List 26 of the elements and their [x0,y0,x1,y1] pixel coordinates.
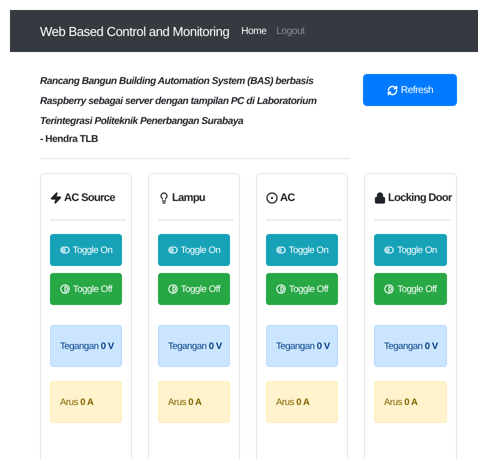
author-text: - Hendra TLB [40,133,99,147]
intro-title: Rancang Bangun Building Automation System (BAS) berbasis Raspberry sebagai server dengan tampilan PC di Laboratorium Terintegrasi Politeknik Penerbangan Surabaya [40,75,318,129]
card-title: AC Source [64,192,115,204]
current-reading: Arus 0 A [50,381,122,423]
toggle-on-button[interactable]: Toggle On [266,234,338,266]
current-reading: Arus 0 A [374,381,447,423]
toggle-off-button[interactable]: Toggle Off [374,273,447,305]
toggle-on-button[interactable]: Toggle On [50,234,122,266]
card-title: Locking Door [388,192,452,204]
voltage-reading: Tegangan 0 V [50,325,122,367]
brand-title: Web Based Control and Monitoring [40,24,230,38]
toggle-on-button[interactable]: Toggle On [158,234,230,266]
voltage-reading: Tegangan 0 V [374,325,447,367]
voltage-reading: Tegangan 0 V [158,325,230,367]
refresh-button[interactable]: Refresh [363,74,457,106]
current-reading: Arus 0 A [158,381,230,423]
toggle-off-button[interactable]: Toggle Off [266,273,338,305]
voltage-reading: Tegangan 0 V [266,325,338,367]
toggle-off-button[interactable]: Toggle Off [158,273,230,305]
toggle-off-button[interactable]: Toggle Off [50,273,122,305]
nav-link[interactable]: Logout [276,26,305,36]
current-reading: Arus 0 A [266,381,338,423]
nav-link[interactable]: Home [241,26,266,36]
card-title: AC [280,192,295,204]
toggle-on-button[interactable]: Toggle On [374,234,447,266]
card-title: Lampu [172,192,206,204]
